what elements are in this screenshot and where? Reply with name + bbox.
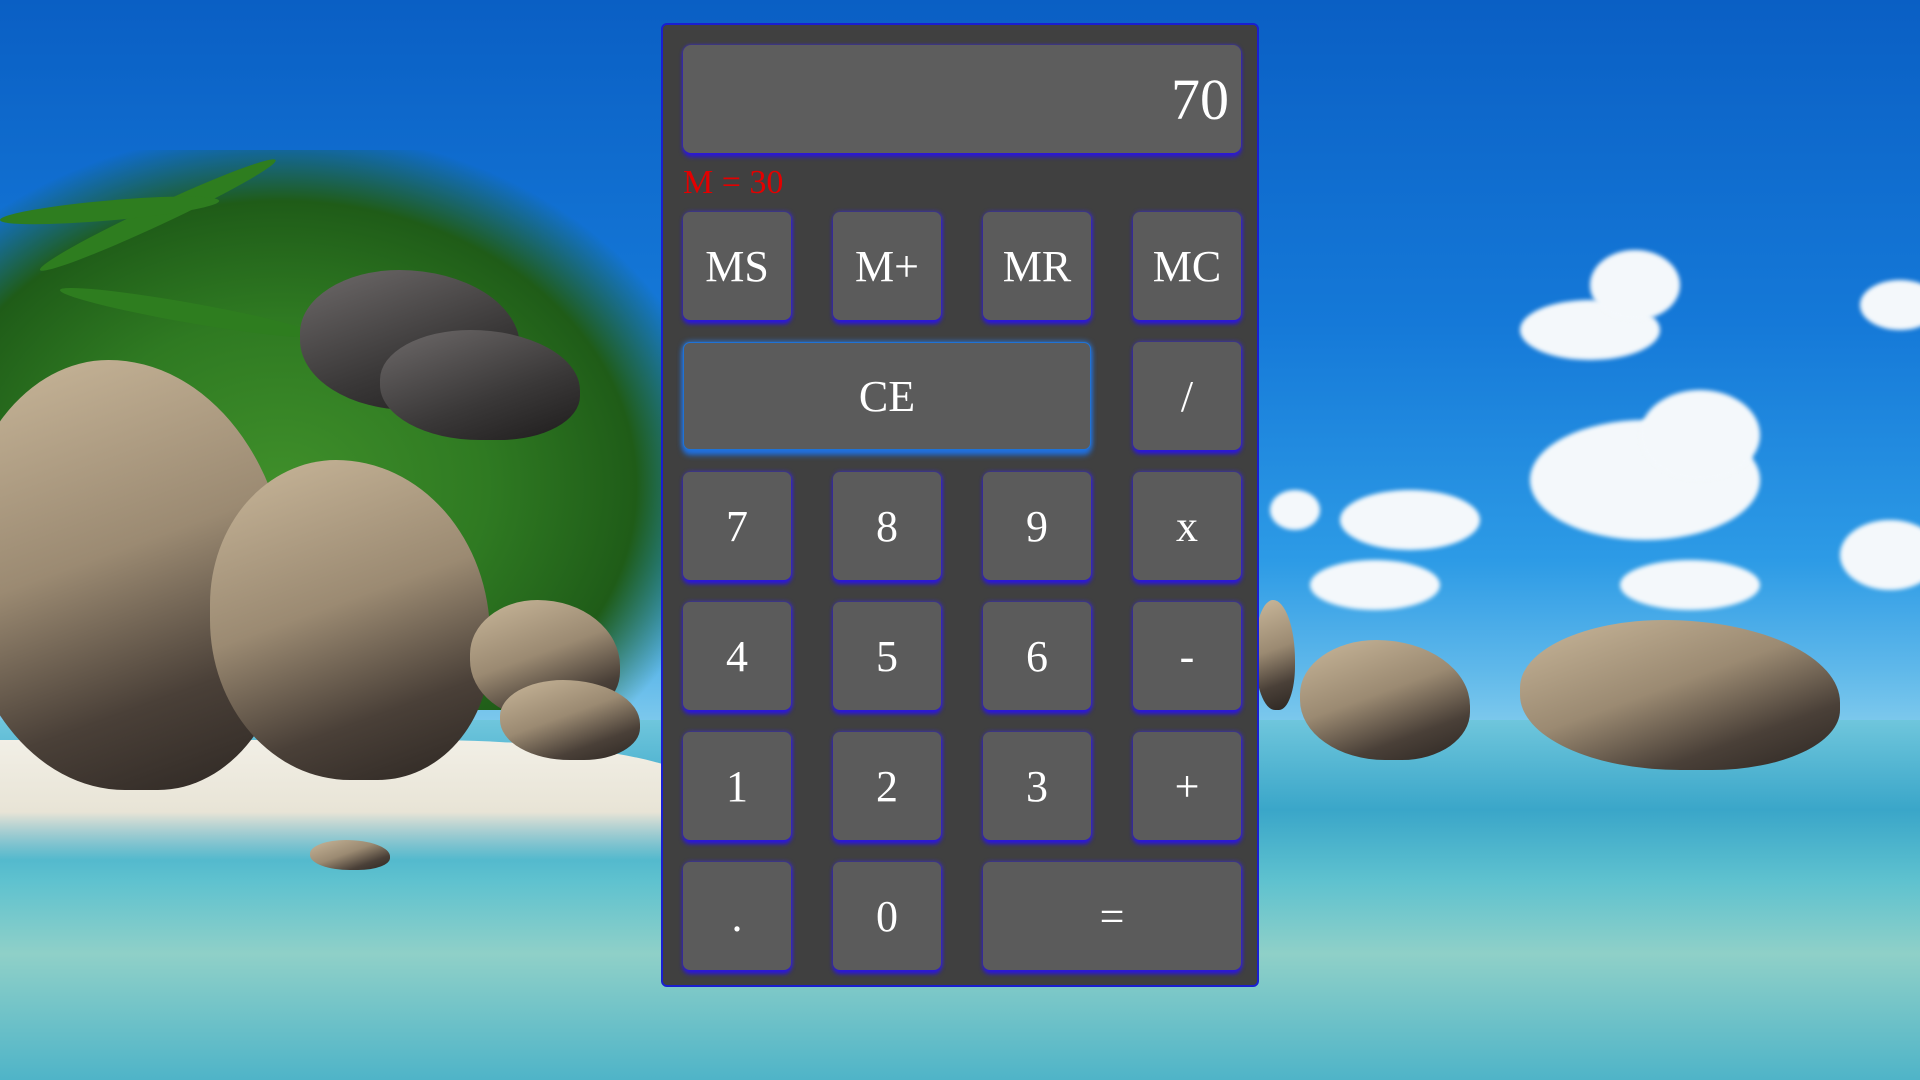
- display-value: 70: [1171, 66, 1229, 132]
- cloud: [1840, 520, 1920, 590]
- digit-9-button[interactable]: 9: [983, 472, 1091, 580]
- cloud: [1340, 490, 1480, 550]
- rock: [1255, 600, 1295, 710]
- result-display: 70: [683, 45, 1241, 153]
- calculator: 70 M = 30 MS M+ MR MC CE / 7 8 9 x 4 5 6…: [661, 23, 1259, 987]
- digit-8-button[interactable]: 8: [833, 472, 941, 580]
- rock: [1520, 620, 1840, 770]
- digit-1-button[interactable]: 1: [683, 732, 791, 840]
- memory-recall-button[interactable]: MR: [983, 212, 1091, 320]
- digit-6-button[interactable]: 6: [983, 602, 1091, 710]
- memory-indicator: M = 30: [683, 164, 784, 201]
- memory-add-button[interactable]: M+: [833, 212, 941, 320]
- cloud: [1270, 490, 1320, 530]
- digit-5-button[interactable]: 5: [833, 602, 941, 710]
- digit-7-button[interactable]: 7: [683, 472, 791, 580]
- multiply-button[interactable]: x: [1133, 472, 1241, 580]
- subtract-button[interactable]: -: [1133, 602, 1241, 710]
- digit-3-button[interactable]: 3: [983, 732, 1091, 840]
- cloud: [1620, 560, 1760, 610]
- decimal-point-button[interactable]: .: [683, 862, 791, 970]
- memory-store-button[interactable]: MS: [683, 212, 791, 320]
- rock: [1300, 640, 1470, 760]
- equals-button[interactable]: =: [983, 862, 1241, 970]
- divide-button[interactable]: /: [1133, 342, 1241, 450]
- memory-clear-button[interactable]: MC: [1133, 212, 1241, 320]
- digit-0-button[interactable]: 0: [833, 862, 941, 970]
- add-button[interactable]: +: [1133, 732, 1241, 840]
- cloud: [1640, 390, 1760, 480]
- digit-2-button[interactable]: 2: [833, 732, 941, 840]
- clear-entry-button[interactable]: CE: [683, 342, 1091, 450]
- rock: [310, 840, 390, 870]
- cloud: [1590, 250, 1680, 320]
- cloud: [1860, 280, 1920, 330]
- cloud: [1310, 560, 1440, 610]
- digit-4-button[interactable]: 4: [683, 602, 791, 710]
